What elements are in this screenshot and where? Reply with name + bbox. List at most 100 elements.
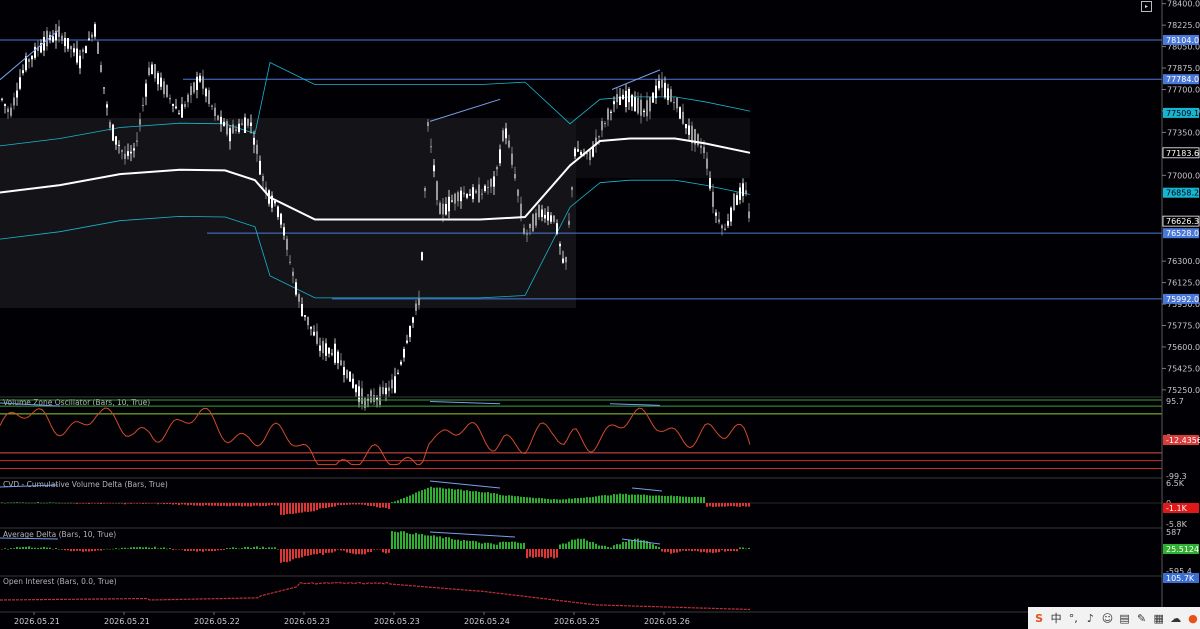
candle-body <box>697 134 699 146</box>
cvd-bar <box>685 496 687 503</box>
avg-delta-bar <box>412 534 414 549</box>
cvd-bar <box>694 496 696 503</box>
avg-delta-bar <box>277 549 279 550</box>
candle-body <box>154 64 156 79</box>
avg-delta-bar <box>169 548 171 549</box>
candle-body <box>337 351 339 364</box>
avg-delta-bar <box>310 549 312 555</box>
candle-body <box>373 395 375 403</box>
cvd-bar <box>433 487 435 503</box>
avg-delta-bar <box>64 549 66 551</box>
candle-body <box>163 81 165 95</box>
cvd-bar <box>262 503 264 506</box>
avg-delta-bar <box>472 540 474 549</box>
cvd-bar <box>538 497 540 503</box>
avg-delta-bar <box>727 549 729 552</box>
candle-body <box>94 24 96 37</box>
avg-delta-bar <box>136 547 138 549</box>
cvd-bar <box>127 503 129 504</box>
candle-body <box>106 104 108 108</box>
avg-delta-bar <box>616 544 618 549</box>
avg-delta-bar <box>628 539 630 549</box>
candle-body <box>370 390 372 403</box>
candle-body <box>559 243 561 247</box>
avg-delta-bar <box>250 547 252 549</box>
avg-delta-bar <box>220 549 222 551</box>
candle-body <box>334 343 336 363</box>
candle-body <box>568 220 570 225</box>
cvd-bar <box>373 503 375 507</box>
avg-delta-bar <box>214 549 216 551</box>
cvd-bar <box>100 503 102 504</box>
cvd-bar <box>679 496 681 503</box>
candle-body <box>61 35 63 41</box>
cvd-bar <box>61 503 63 504</box>
cvd-bar <box>79 503 81 504</box>
avg-delta-bar <box>724 549 726 552</box>
cvd-bar <box>292 503 294 514</box>
candle-body <box>649 96 651 112</box>
avg-delta-bar <box>454 539 456 549</box>
candle-body <box>7 108 9 113</box>
skin-icon[interactable]: ✎ <box>1135 611 1149 626</box>
avg-delta-bar <box>259 547 261 549</box>
cvd-bar <box>13 502 15 503</box>
expand-button[interactable]: ▸ <box>1141 1 1152 12</box>
candle-body <box>157 73 159 85</box>
avg-delta-bar <box>319 549 321 554</box>
cvd-bar <box>118 502 120 504</box>
avg-delta-bar <box>484 542 486 549</box>
candle-body <box>376 397 378 400</box>
candle-body <box>517 189 519 196</box>
cvd-bar <box>421 490 423 503</box>
avg-delta-bar <box>529 549 531 557</box>
avg-delta-bar <box>145 547 147 549</box>
avg-delta-bar <box>49 547 51 549</box>
cvd-bar <box>448 488 450 503</box>
candle-body <box>445 203 447 215</box>
cvd-bar <box>184 503 186 505</box>
avg-delta-bar <box>427 535 429 549</box>
price-tag-label: 77183.6 <box>1166 149 1199 158</box>
cvd-bar <box>364 503 366 505</box>
price-tag-label: 76528.0 <box>1166 229 1199 238</box>
cvd-bar <box>265 503 267 507</box>
avg-delta-bar <box>22 546 24 549</box>
candle-body <box>64 37 66 47</box>
candle-body <box>469 194 471 196</box>
emoji-icon[interactable]: ☺ <box>1100 611 1114 626</box>
cloud-icon[interactable]: ☁ <box>1169 611 1183 626</box>
punctuation-icon[interactable]: °, <box>1066 611 1080 626</box>
microphone-icon[interactable]: ♪ <box>1083 611 1097 626</box>
candle-body <box>685 123 687 129</box>
candle-body <box>607 108 609 120</box>
candle-body <box>289 261 291 263</box>
candle-body <box>220 116 222 124</box>
avg-delta-bar <box>400 531 402 549</box>
candle-body <box>322 340 324 354</box>
user-icon[interactable]: ● <box>1186 611 1200 626</box>
avg-delta-bar <box>391 531 393 549</box>
cvd-bar <box>550 499 552 503</box>
ime-chinese-icon[interactable]: 中 <box>1049 611 1063 626</box>
cvd-bar <box>733 503 735 507</box>
cvd-bar <box>703 497 705 503</box>
candle-body <box>259 160 261 175</box>
keyboard-icon[interactable]: ▤ <box>1117 611 1131 626</box>
cvd-bar <box>28 502 30 504</box>
cvd-current-tag: -1.1K <box>1166 504 1188 513</box>
toolbox-icon[interactable]: ▦ <box>1152 611 1166 626</box>
price-tag-label: 75992.0 <box>1166 295 1199 304</box>
avg-delta-bar <box>211 549 213 552</box>
avg-delta-bar <box>469 540 471 549</box>
avg-delta-bar <box>370 549 372 552</box>
cvd-bar <box>247 503 249 507</box>
candle-body <box>361 388 363 404</box>
cvd-bar <box>232 503 234 506</box>
sogou-icon[interactable]: S <box>1032 611 1046 626</box>
candle-body <box>382 387 384 394</box>
cvd-bar <box>745 503 747 507</box>
avg-delta-bar <box>547 549 549 559</box>
candle-body <box>10 107 12 116</box>
avg-delta-bar <box>562 543 564 549</box>
